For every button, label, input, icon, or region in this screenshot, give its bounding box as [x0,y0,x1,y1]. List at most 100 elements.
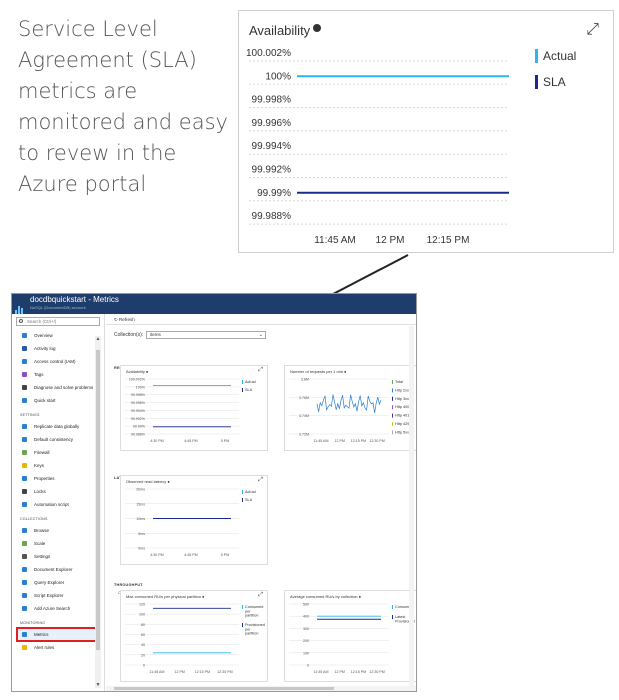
availability-mini-chart[interactable]: Availability ● ⤢ 100.002% 100% 99.998% 99.996… [120,365,268,451]
sidebar-item-keys[interactable]: Keys [12,459,104,472]
sidebar-item-label: Automation script [34,502,69,507]
mini-y-tick: 100 [139,613,145,617]
ru-collection-mini-chart[interactable]: Average consumed RU/s by collection ●⤢50… [284,590,416,682]
mini-y-tick: 3.76M [299,396,309,400]
sidebar-section-settings: SETTINGS [20,413,40,417]
quick-start-icon [22,398,27,403]
mini-legend-label: Http 401 [395,414,409,418]
collections-label: Collection(s): [114,332,144,338]
add-azure-search-icon [22,606,27,611]
requests-mini-chart[interactable]: Number of requests per 1 min ●⤢3.8M3.76M… [284,365,416,451]
sidebar-search-input[interactable]: Search (Ctrl+/) [16,317,100,326]
scroll-down-icon[interactable]: ▼ [95,682,101,688]
mini-x-tick: 12:15 PM [195,670,210,674]
sidebar-scrollbar[interactable]: ▲ ▼ [95,336,101,688]
mini-x-tick: 12 PM [335,439,345,443]
sidebar-item-overview[interactable]: Overview [12,329,104,342]
horizontal-scrollbar[interactable] [106,686,416,691]
mini-x-tick: 12 PM [335,670,345,674]
legend-label-actual: Actual [543,49,576,63]
sidebar-item-firewall[interactable]: Firewall [12,446,104,459]
ru-partition-mini-chart[interactable]: Max consumed RU/s per physical partition… [120,590,268,682]
mini-chart-svg: 500 400 300 200 100 0 11:45 AM 12 PM 12:15 PM 12:… [289,603,415,674]
mini-y-tick: 100 [303,651,309,655]
sidebar-item-diagnose-and-solve-problems[interactable]: Diagnose and solve problems [12,381,104,394]
mini-y-tick: 40 [141,643,145,647]
mini-y-tick: 10ms [136,517,145,521]
query-explorer-icon [22,580,27,585]
mini-y-tick: 60 [141,633,145,637]
mini-x-tick: 4:45 PM [184,439,197,443]
portal-sidebar: Search (Ctrl+/) Overview Activity log Acce… [12,314,105,691]
zoom-y-tick: 100% [265,71,291,82]
mini-legend-label: Http 5xx [395,430,409,434]
mini-legend-label: partition [245,632,259,636]
mini-chart-svg: 120 100 80 60 40 20 0 11:45 AM 12 PM 12:15 PM 12:3… [125,603,265,674]
mini-legend-label: Actual [245,380,256,384]
refresh-button[interactable]: Refresh [119,317,135,322]
mini-x-tick: 4:30 PM [150,439,163,443]
mini-chart-svg: 100.002% 100% 99.998% 99.996% 99.994% 99.992%… [125,378,256,443]
sidebar-item-access-control-iam[interactable]: Access control (IAM) [12,355,104,368]
collections-select-value: items [150,332,161,337]
mini-legend-swatch [392,413,393,418]
mini-legend-label: partition [245,614,259,618]
sidebar-item-label: Locks [34,489,46,494]
collections-row: Collection(s): items ⌄ [114,331,416,342]
mini-legend-swatch [392,422,393,426]
sidebar-item-settings[interactable]: Settings [12,550,104,563]
sidebar-item-document-explorer[interactable]: Document Explorer [12,563,104,576]
mini-legend-swatch [392,405,393,410]
sidebar-scroll-thumb[interactable] [96,350,100,650]
sidebar-item-scale[interactable]: Scale [12,537,104,550]
sidebar-item-activity-log[interactable]: Activity log [12,342,104,355]
sidebar-item-label: Scale [34,541,46,546]
main-scrollbar[interactable] [409,326,414,686]
sidebar-item-properties[interactable]: Properties [12,472,104,485]
zoom-x-tick: 12 PM [376,235,405,246]
mini-legend-label: Http 429 [395,422,409,426]
latency-mini-chart[interactable]: Observed read latency ● ⤢ 20ms 15ms 10ms 5ms 0… [120,475,268,565]
sidebar-item-automation-script[interactable]: Automation script [12,498,104,511]
horizontal-scroll-thumb[interactable] [114,687,334,690]
sidebar-group-settings: Replicate data globally Default consisten… [12,420,104,511]
mini-x-tick: 4:30 PM [150,553,163,557]
sidebar-item-replicate-data-globally[interactable]: Replicate data globally [12,420,104,433]
mini-legend-swatch [242,623,243,627]
sidebar-group-collections: Browse Scale Settings Document Explorer Quer… [12,524,104,615]
sidebar-item-label: Keys [34,463,45,468]
sidebar-item-query-explorer[interactable]: Query Explorer [12,576,104,589]
activity-log-icon [22,346,27,351]
sidebar-item-metrics[interactable]: Metrics [16,627,101,642]
metrics-icon [22,632,27,637]
scroll-up-icon[interactable]: ▲ [95,336,101,342]
sidebar-item-browse[interactable]: Browse [12,524,104,537]
mini-legend-swatch [392,380,393,384]
mini-legend-swatch [242,490,243,494]
mini-chart-svg: 20ms 15ms 10ms 5ms 0ms 4:30 PM 4:45 PM 5 PM Actu… [125,488,256,557]
mini-legend-swatch [392,388,393,393]
mini-legend-label: SLA [245,498,253,502]
collections-select[interactable]: items ⌄ [146,331,266,339]
mini-legend-label: Http 2xx [395,388,409,392]
sidebar-item-locks[interactable]: Locks [12,485,104,498]
sidebar-item-script-explorer[interactable]: Script Explorer [12,589,104,602]
sidebar-item-label: Properties [34,476,55,481]
sidebar-item-add-azure-search[interactable]: Add Azure Search [12,602,104,615]
caption-text: Service Level Agreement (SLA) metrics ar… [18,17,228,196]
sidebar-item-label: Firewall [34,450,50,455]
mini-y-tick: 5ms [138,532,145,536]
mini-x-tick: 12:15 PM [351,439,366,443]
mini-y-tick: 99.998% [131,393,146,397]
sidebar-section-collections: COLLECTIONS [20,517,48,521]
mini-y-tick: 0 [143,664,145,668]
sidebar-item-default-consistency[interactable]: Default consistency [12,433,104,446]
browse-icon [22,528,27,533]
sidebar-item-quick-start[interactable]: Quick start [12,394,104,407]
mini-y-tick: 20ms [136,488,145,492]
availability-chart: 100.002% 100% 99.998% 99.996% 99.994% 99.992%… [246,48,576,246]
sidebar-item-tags[interactable]: Tags [12,368,104,381]
sidebar-item-alert-rules[interactable]: Alert rules [12,641,104,654]
mini-legend-swatch [392,615,393,619]
metrics-logo-icon [15,298,25,316]
